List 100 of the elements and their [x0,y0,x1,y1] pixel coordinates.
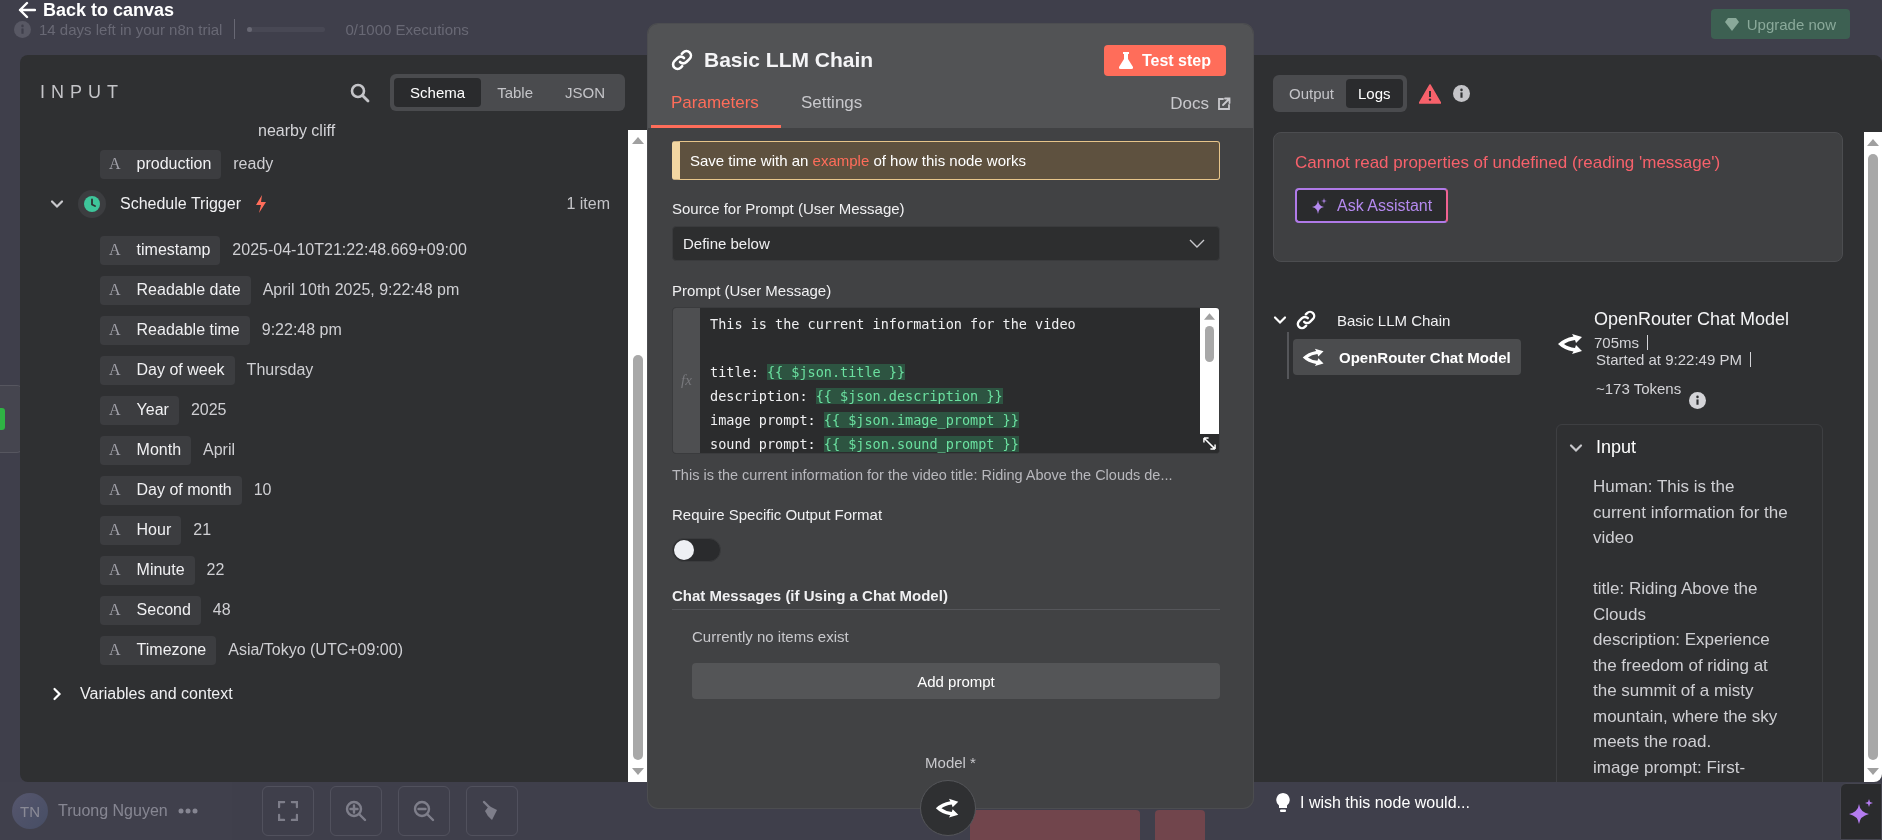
code-line: image prompt: {{ $json.image_prompt }} [710,411,1020,431]
field-name: Year [136,401,169,419]
error-message: Cannot read properties of undefined (reading 'message') [1295,153,1722,173]
token-count: ~173 Tokens [1596,380,1682,397]
info-icon [1452,85,1470,102]
field-value: 21 [193,521,212,539]
field-value: nearby cliff [257,123,337,139]
start-time: Started at 9:22:49 PM [1596,351,1742,368]
scroll-up-icon [1204,312,1215,320]
type-glyph: A [109,481,121,499]
view-tab[interactable]: Table [481,78,549,107]
scrollbar[interactable] [1864,132,1882,782]
field-name: Readable time [136,321,240,339]
field-pill[interactable]: A timestamp [100,235,221,265]
scroll-up-icon [1867,138,1879,146]
field-pill[interactable]: A Timezone [100,635,217,665]
field-name: Month [136,441,182,459]
select-field[interactable]: Define below [672,226,1220,261]
view-tab[interactable]: Logs [1346,79,1403,108]
field-label: Prompt (User Message) [672,282,833,300]
scrollbar-thumb[interactable] [1205,326,1214,362]
arrow-left-icon [18,1,36,19]
user-name: Truong Nguyen [58,802,168,820]
scroll-down-icon [632,768,644,776]
type-glyph: A [109,401,121,419]
field-name: production [136,155,212,173]
card-title: Input [1596,437,1637,458]
sparkle-icon [1848,798,1874,825]
more-icon [177,808,198,814]
chain-link-icon [1295,309,1317,331]
fit-view-button[interactable] [262,786,314,836]
field-pill[interactable]: A Day of month [100,475,242,505]
hint-text: Save time with an example of how this node works [690,152,1026,169]
field-pill[interactable]: A Readable date [100,275,251,305]
scrollbar[interactable] [628,130,648,782]
type-glyph: A [109,155,121,173]
gem-icon [1724,17,1739,31]
field-pill[interactable]: A Readable time [100,315,250,345]
input-text: Human: This is the current information for the video title: Riding Above the Clouds description: Experience the freedom of riding at the summit of a misty mountain, where the sky meets the road. image prompt: First- [1593,476,1789,779]
field-pill[interactable]: A Year [100,395,179,425]
field-pill[interactable]: A Month [100,435,192,465]
node-name: Schedule Trigger [120,195,241,213]
type-glyph: A [109,521,121,539]
info-icon [14,20,31,38]
field-value: 22 [206,561,225,579]
docs-link[interactable]: Docs [1170,94,1231,114]
tab[interactable]: Settings [780,92,885,128]
field-pill[interactable]: A Hour [100,515,182,545]
view-tab[interactable]: Output [1277,79,1347,108]
scrollbar[interactable] [1200,308,1219,434]
flask-icon [1118,52,1133,69]
code-line: sound prompt: {{ $json.sound_prompt }} [710,435,1020,453]
field-name: Day of month [136,481,232,499]
field-pill[interactable]: A production [100,149,222,179]
scrollbar-thumb[interactable] [633,355,643,760]
search-icon [350,82,371,103]
field-value: ready [233,155,274,173]
node-title: Basic LLM Chain [704,48,874,72]
ask-assistant-button[interactable]: Ask Assistant [1295,188,1449,223]
type-glyph: A [109,561,121,579]
code-line: description: {{ $json.description }} [710,387,1004,406]
view-tab[interactable]: JSON [549,78,621,107]
assistant-button[interactable] [1840,783,1882,840]
scrollbar-thumb[interactable] [1868,154,1878,760]
toggle-switch[interactable] [672,538,721,562]
clock-icon [78,190,106,218]
field-pill[interactable]: A Minute [100,555,195,585]
field-pill[interactable]: A Day of week [100,355,235,385]
type-glyph: A [109,241,121,259]
back-link[interactable]: Back to canvas [18,0,175,20]
type-glyph: A [109,281,121,299]
field-name: timestamp [136,241,211,259]
type-glyph: A [109,321,121,339]
field-name: Hour [136,521,172,539]
lightbulb-icon [1276,793,1290,813]
field-pill[interactable]: A Second [100,595,201,625]
empty-text: Currently no items exist [691,628,850,646]
model-node[interactable] [920,780,976,836]
info-icon [1689,392,1707,409]
feedback-button[interactable]: I wish this node would... [1270,792,1476,814]
log-entry[interactable]: OpenRouter Chat Model [1293,339,1521,375]
type-glyph: A [109,441,121,459]
field-name: Day of week [136,361,225,379]
external-link-icon [1217,97,1231,111]
field-name: Timezone [136,641,207,659]
scroll-down-icon [1867,768,1879,776]
zoom-out-button[interactable] [398,786,450,836]
field-value: 9:22:48 pm [261,321,342,339]
field-value: 10 [253,481,272,499]
tidy-up-button[interactable] [466,786,518,836]
panel-title: INPUT [40,82,125,103]
type-glyph: A [109,641,121,659]
lightning-icon [254,195,267,213]
type-glyph: A [109,601,121,619]
log-title: OpenRouter Chat Model [1594,308,1790,330]
zoom-in-button[interactable] [330,786,382,836]
field-value: 2025-04-10T21:22:48.669+09:00 [232,241,467,259]
add-prompt-button[interactable]: Add prompt [692,663,1220,699]
user-avatar: TN [12,793,48,829]
view-tab[interactable]: Schema [394,78,482,107]
